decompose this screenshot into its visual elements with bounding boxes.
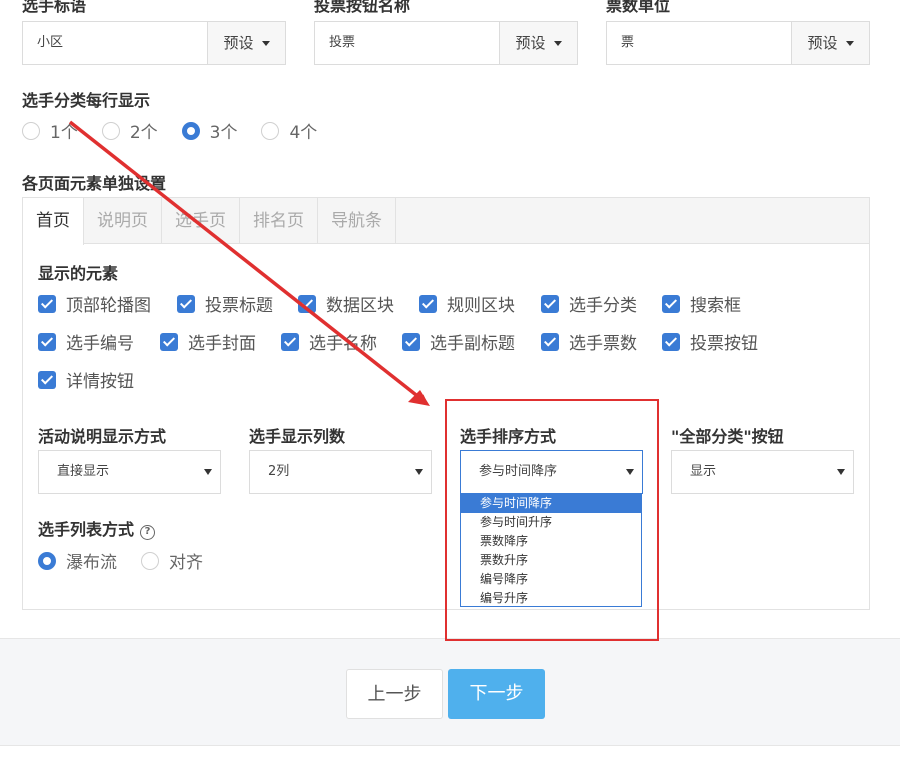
annotation-arrow-icon	[68, 120, 430, 406]
